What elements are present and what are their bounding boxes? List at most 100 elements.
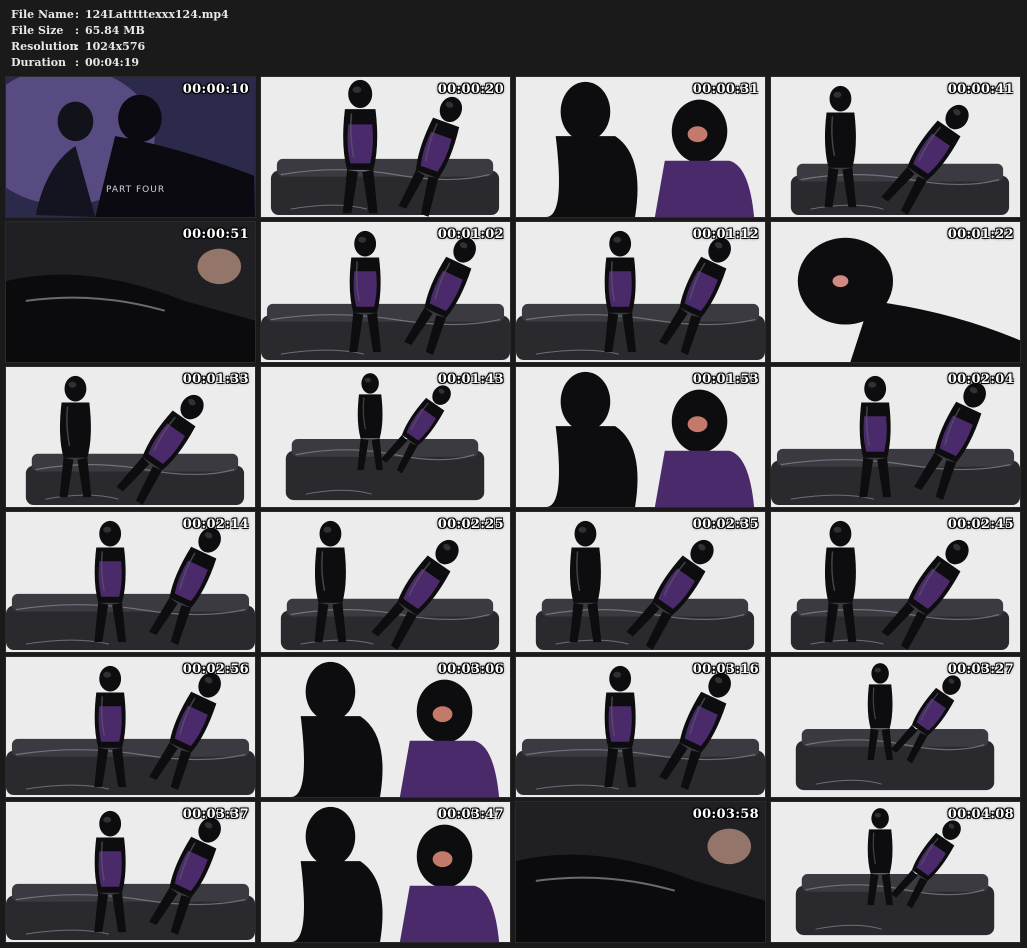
thumbnail-timestamp: 00:00:41 <box>947 82 1014 97</box>
thumbnail-frame-image <box>516 77 765 217</box>
separator: : <box>75 56 80 69</box>
couch <box>535 598 755 651</box>
thumbnail-timestamp: 00:02:35 <box>692 517 759 532</box>
couch <box>261 303 510 361</box>
video-thumbnail[interactable]: 00:01:43 <box>260 366 511 508</box>
thumbnail-frame-image <box>6 512 255 652</box>
resolution-value: 1024x576 <box>85 40 146 53</box>
thumbnail-frame-image <box>261 802 510 942</box>
couch <box>795 873 995 936</box>
thumbnail-frame-image <box>771 77 1020 217</box>
duration-value: 00:04:19 <box>85 56 140 69</box>
thumbnail-frame-image <box>771 802 1020 942</box>
couch <box>790 163 1010 216</box>
separator: : <box>75 8 80 21</box>
thumbnail-timestamp: 00:02:45 <box>947 517 1014 532</box>
video-thumbnail[interactable]: 00:02:56 <box>5 656 256 798</box>
duration-label: Duration <box>11 56 67 69</box>
thumbnail-timestamp: 00:02:04 <box>947 372 1014 387</box>
video-thumbnail[interactable]: 00:00:41 <box>770 76 1021 218</box>
thumbnail-grid: PART FOUR 00:00:10 00:00:20 00:00:31 00:00:4… <box>5 76 1021 943</box>
thumbnail-timestamp: 00:03:27 <box>947 662 1014 677</box>
separator: : <box>75 24 80 37</box>
thumbnail-frame-image <box>6 802 255 942</box>
thumbnail-timestamp: 00:04:08 <box>947 807 1014 822</box>
thumbnail-timestamp: 00:03:37 <box>182 807 249 822</box>
duration-row: Duration : 00:04:19 <box>11 55 229 71</box>
thumbnail-frame-image <box>516 222 765 362</box>
video-thumbnail[interactable]: 00:03:06 <box>260 656 511 798</box>
couch <box>25 453 245 506</box>
couch <box>790 598 1010 651</box>
video-thumbnail[interactable]: 00:01:12 <box>515 221 766 363</box>
thumbnail-timestamp: 00:02:14 <box>182 517 249 532</box>
thumbnail-frame-image <box>6 657 255 797</box>
thumbnail-frame-image <box>771 367 1020 507</box>
thumbnail-frame-image <box>261 512 510 652</box>
couch <box>270 158 500 216</box>
video-thumbnail[interactable]: 00:02:04 <box>770 366 1021 508</box>
thumbnail-timestamp: 00:03:47 <box>437 807 504 822</box>
couch <box>516 738 765 796</box>
thumbnail-timestamp: 00:01:43 <box>437 372 504 387</box>
video-thumbnail[interactable]: 00:03:16 <box>515 656 766 798</box>
thumbnail-frame-image <box>771 512 1020 652</box>
video-thumbnail[interactable]: 00:03:27 <box>770 656 1021 798</box>
thumbnail-timestamp: 00:02:25 <box>437 517 504 532</box>
file-name-value: 124Latttttexxx124.mp4 <box>85 8 229 21</box>
file-size-row: File Size : 65.84 MB <box>11 23 229 39</box>
video-thumbnail[interactable]: 00:02:14 <box>5 511 256 653</box>
thumbnail-frame-image <box>771 657 1020 797</box>
thumbnail-frame-image <box>6 77 255 217</box>
thumbnail-frame-image <box>516 802 765 942</box>
thumbnail-frame-image <box>516 367 765 507</box>
couch <box>280 598 500 651</box>
couch <box>6 738 255 796</box>
thumbnail-timestamp: 00:01:22 <box>947 227 1014 242</box>
thumbnail-timestamp: 00:00:51 <box>182 227 249 242</box>
couch <box>6 883 255 941</box>
thumbnail-timestamp: 00:03:58 <box>692 807 759 822</box>
thumbnail-timestamp: 00:01:12 <box>692 227 759 242</box>
thumbnail-timestamp: 00:00:10 <box>182 82 249 97</box>
video-thumbnail[interactable]: 00:03:47 <box>260 801 511 943</box>
video-thumbnail[interactable]: 00:03:37 <box>5 801 256 943</box>
video-thumbnail[interactable]: 00:01:02 <box>260 221 511 363</box>
video-thumbnail[interactable]: 00:00:51 <box>5 221 256 363</box>
separator: : <box>75 40 80 53</box>
thumbnail-timestamp: 00:01:53 <box>692 372 759 387</box>
thumbnail-frame-image <box>6 367 255 507</box>
file-name-label: File Name <box>11 8 74 21</box>
thumbnail-timestamp: 00:03:06 <box>437 662 504 677</box>
video-thumbnail[interactable]: 00:00:20 <box>260 76 511 218</box>
couch <box>771 448 1020 506</box>
file-name-row: File Name : 124Latttttexxx124.mp4 <box>11 7 229 23</box>
thumbnail-frame-image <box>261 367 510 507</box>
video-thumbnail[interactable]: 00:01:53 <box>515 366 766 508</box>
thumbnail-frame-image <box>6 222 255 362</box>
file-size-label: File Size <box>11 24 64 37</box>
thumbnail-timestamp: 00:02:56 <box>182 662 249 677</box>
video-thumbnail[interactable]: 00:01:22 <box>770 221 1021 363</box>
video-thumbnail[interactable]: 00:00:31 <box>515 76 766 218</box>
thumbnail-frame-image <box>261 222 510 362</box>
video-thumbnail[interactable]: 00:02:35 <box>515 511 766 653</box>
file-info-block: File Name : 124Latttttexxx124.mp4 File S… <box>11 7 229 71</box>
video-thumbnail[interactable]: PART FOUR 00:00:10 <box>5 76 256 218</box>
thumbnail-frame-image <box>261 77 510 217</box>
thumbnail-timestamp: 00:03:16 <box>692 662 759 677</box>
video-thumbnail[interactable]: 00:03:58 <box>515 801 766 943</box>
video-thumbnail[interactable]: 00:04:08 <box>770 801 1021 943</box>
couch <box>285 438 485 501</box>
thumbnail-frame-image <box>771 222 1020 362</box>
video-thumbnail[interactable]: 00:02:45 <box>770 511 1021 653</box>
thumbnail-frame-image <box>516 657 765 797</box>
frame-overlay-text: PART FOUR <box>106 185 166 195</box>
file-size-value: 65.84 MB <box>85 24 145 37</box>
resolution-label: Resolution <box>11 40 78 53</box>
video-thumbnail[interactable]: 00:02:25 <box>260 511 511 653</box>
resolution-row: Resolution : 1024x576 <box>11 39 229 55</box>
couch <box>516 303 765 361</box>
video-thumbnail[interactable]: 00:01:33 <box>5 366 256 508</box>
thumbnail-frame-image <box>516 512 765 652</box>
